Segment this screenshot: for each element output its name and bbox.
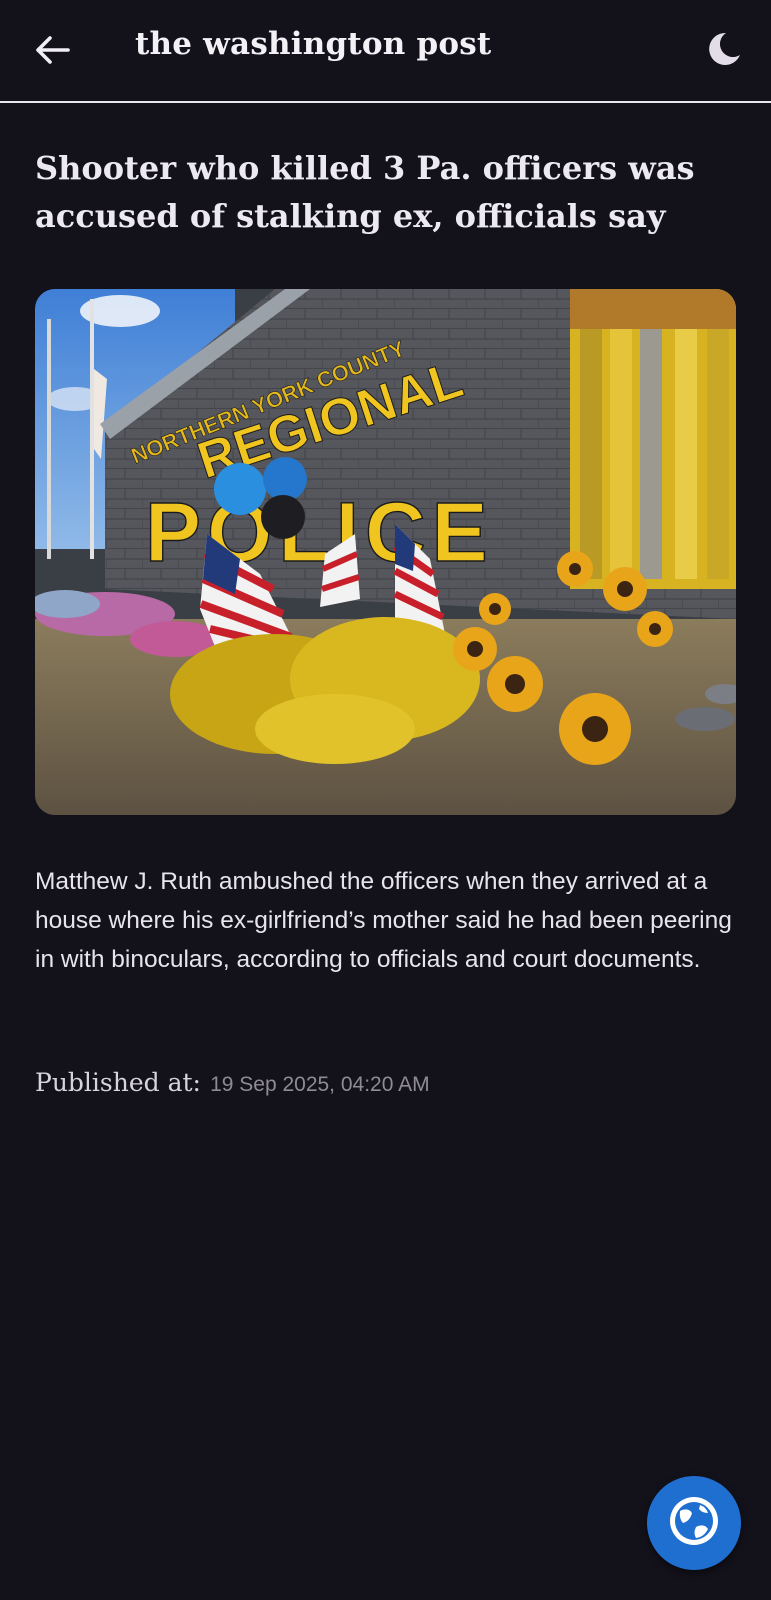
globe-icon: [666, 1493, 722, 1553]
published-label: Published at:: [35, 1068, 201, 1097]
article-summary: Matthew J. Ruth ambushed the officers wh…: [35, 868, 732, 973]
published-date: 19 Sep 2025, 04:20 AM: [210, 1073, 430, 1096]
moon-icon: [706, 31, 742, 71]
svg-text:POLICE: POLICE: [145, 485, 494, 579]
theme-toggle-button[interactable]: [703, 30, 745, 72]
published-info: Published at: 19 Sep 2025, 04:20 AM: [35, 1068, 430, 1097]
back-button[interactable]: [32, 32, 72, 72]
article-headline: Shooter who killed 3 Pa. officers was ac…: [35, 149, 695, 235]
arrow-left-icon: [34, 35, 70, 69]
app-header: the washington post: [0, 0, 771, 103]
article-image: NORTHERN YORK COUNTY REGIONAL POLICE: [35, 289, 736, 815]
open-in-browser-button[interactable]: [647, 1476, 741, 1570]
site-title: the washington post: [135, 26, 492, 62]
